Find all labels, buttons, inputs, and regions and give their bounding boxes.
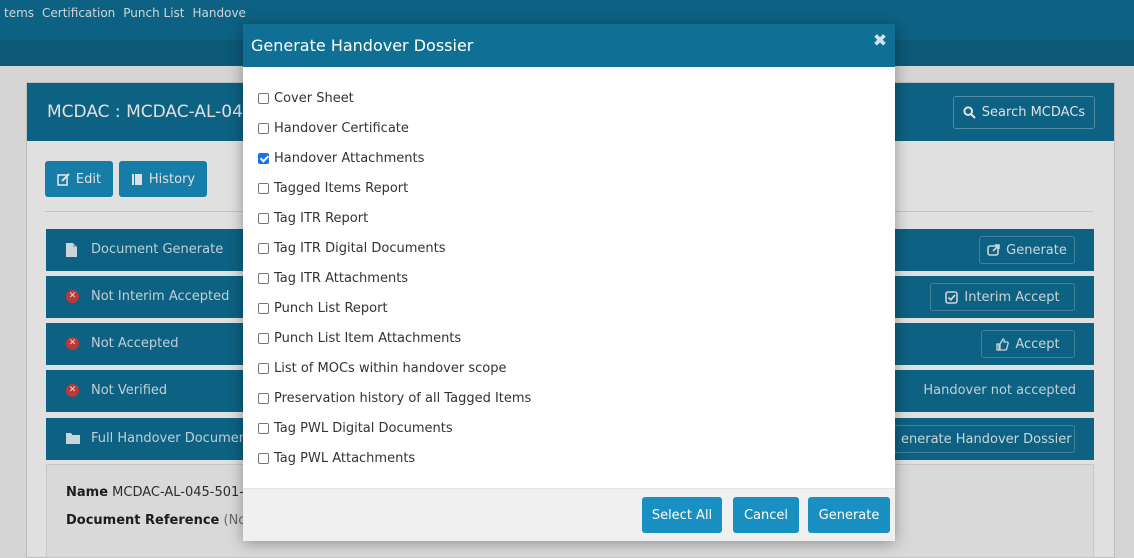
option-label: List of MOCs within handover scope [274, 360, 507, 376]
option-label: Tag PWL Digital Documents [274, 420, 453, 436]
option-checkbox[interactable] [258, 452, 269, 464]
cancel-button[interactable]: Cancel [733, 497, 799, 533]
option-checkbox[interactable] [258, 302, 269, 314]
option-label: Punch List Item Attachments [274, 330, 462, 346]
generate-handover-dossier-dialog: Generate Handover Dossier ✖ Cover Sheet H… [243, 24, 895, 541]
dossier-option[interactable]: Preservation history of all Tagged Items [258, 383, 531, 413]
generate-dossier-confirm-button[interactable]: Generate [808, 497, 890, 533]
option-checkbox[interactable] [258, 272, 269, 284]
option-checkbox[interactable] [258, 182, 269, 194]
select-all-button[interactable]: Select All [642, 497, 722, 533]
option-label: Punch List Report [274, 300, 388, 316]
dossier-option[interactable]: Tag ITR Attachments [258, 263, 531, 293]
option-checkbox[interactable] [258, 212, 269, 224]
option-checkbox[interactable] [258, 332, 269, 344]
option-checkbox[interactable] [258, 392, 269, 404]
close-icon[interactable]: ✖ [872, 33, 888, 50]
dossier-option[interactable]: Handover Certificate [258, 113, 531, 143]
dossier-options-list: Cover Sheet Handover Certificate Handover … [258, 83, 531, 473]
dossier-option[interactable]: Punch List Item Attachments [258, 323, 531, 353]
dossier-option[interactable]: Cover Sheet [258, 83, 531, 113]
dossier-option[interactable]: List of MOCs within handover scope [258, 353, 531, 383]
modal-header: Generate Handover Dossier ✖ [243, 24, 895, 67]
dossier-option[interactable]: Tag PWL Attachments [258, 443, 531, 473]
option-checkbox[interactable] [258, 92, 269, 104]
option-label: Handover Certificate [274, 120, 409, 136]
dossier-option[interactable]: Tag ITR Digital Documents [258, 233, 531, 263]
option-label: Cover Sheet [274, 90, 354, 106]
dossier-option[interactable]: Tagged Items Report [258, 173, 531, 203]
option-checkbox[interactable] [258, 422, 269, 434]
option-label: Tag ITR Attachments [274, 270, 409, 286]
option-label: Handover Attachments [274, 150, 425, 166]
option-checkbox[interactable] [258, 122, 269, 134]
option-checkbox[interactable] [258, 362, 269, 374]
option-label: Tag ITR Digital Documents [274, 240, 446, 256]
dossier-option[interactable]: Punch List Report [258, 293, 531, 323]
option-label: Preservation history of all Tagged Items [274, 390, 532, 406]
option-checkbox[interactable] [258, 242, 269, 254]
modal-title: Generate Handover Dossier [251, 36, 474, 55]
option-label: Tag PWL Attachments [274, 450, 416, 466]
dossier-option[interactable]: Tag ITR Report [258, 203, 531, 233]
option-label: Tagged Items Report [274, 180, 409, 196]
modal-footer: Select All Cancel Generate [243, 488, 895, 541]
dossier-option[interactable]: Handover Attachments [258, 143, 531, 173]
dossier-option[interactable]: Tag PWL Digital Documents [258, 413, 531, 443]
option-label: Tag ITR Report [274, 210, 369, 226]
option-checkbox[interactable] [258, 152, 269, 164]
